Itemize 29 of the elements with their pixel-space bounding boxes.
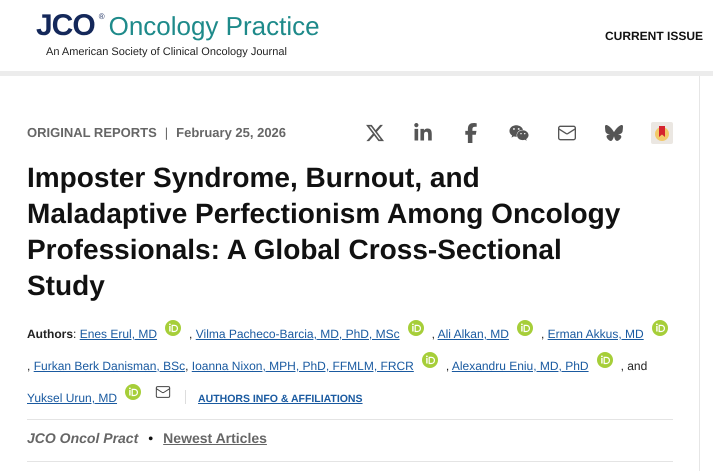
logo-tagline: An American Society of Clinical Oncology Journal [46,44,288,60]
author-link[interactable]: Yuksel Urun, MD [27,391,118,405]
author-link[interactable]: Ali Alkan, MD [438,327,509,341]
journal-name: JCO Oncol Pract [27,429,138,448]
registered-mark: ® [98,10,105,23]
divider-mark: | [164,124,168,142]
author-link[interactable]: Ioanna Nixon, MPH, PhD, FFMLM, FRCR [192,359,414,373]
affiliations-link[interactable]: AUTHORS INFO & AFFILIATIONS [198,393,363,405]
author-list: Authors: Enes Erul, MD , Vilma Pacheco-Barcia, MD, PhD, MSc , Ali Alkan, MD , Erman Akkus, MD , Furkan Berk Danisman, BSc, Ioanna Nixon, MPH, PhD, FFMLM, FRCR , Alexandru Eniu, MD, PhD , and Yuksel Urun, MD AUTHORS INFO & AFFILIATIONS [27,318,677,415]
section-label: ORIGINAL REPORTS [27,124,157,142]
logo-name[interactable]: Oncology Practice [108,12,320,39]
author-link[interactable]: Enes Erul, MD [80,327,158,341]
author-link[interactable]: Alexandru Eniu, MD, PhD [452,359,589,373]
butterfly-icon[interactable] [605,124,623,142]
logo-mark[interactable]: JCO [36,10,95,41]
article-title: Imposter Syndrome, Burnout, and Maladaptive Perfectionism Among Oncology Professionals: A Global Cross-Sectional Study [27,161,622,303]
bullet-mark: • [148,429,154,448]
linkedin-icon[interactable] [413,123,433,143]
author-link[interactable]: Vilma Pacheco-Barcia, MD, PhD, MSc [196,327,400,341]
mail-icon[interactable] [557,123,577,143]
chat-bubbles-icon[interactable] [509,123,529,143]
newest-articles-link[interactable]: Newest Articles [163,428,267,449]
author-link[interactable]: Erman Akkus, MD [548,327,644,341]
x-icon[interactable] [365,123,385,143]
mail-icon[interactable] [155,384,172,400]
bookmark-app-icon[interactable] [651,122,673,144]
nav-link[interactable]: CURRENT ISSUE [604,26,703,44]
publish-date: February 25, 2026 [176,124,286,142]
author-link[interactable]: Furkan Berk Danisman, BSc [34,359,186,373]
